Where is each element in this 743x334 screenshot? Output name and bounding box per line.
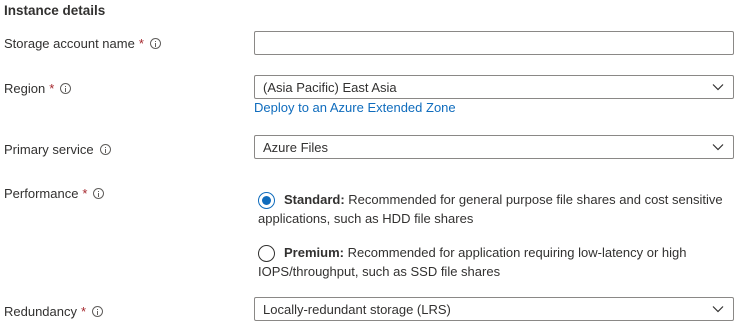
info-icon[interactable] (99, 144, 111, 155)
info-icon[interactable] (92, 306, 104, 317)
redundancy-label: Redundancy * (4, 304, 104, 319)
performance-premium-option: Premium: Recommended for application req… (258, 243, 733, 281)
primary-service-dropdown[interactable]: Azure Files (254, 135, 734, 159)
region-label: Region * (4, 81, 72, 96)
performance-standard-title: Standard: (284, 192, 345, 207)
primary-service-selected-value: Azure Files (263, 139, 329, 155)
info-icon[interactable] (93, 188, 105, 199)
performance-label: Performance * (4, 186, 105, 201)
region-dropdown[interactable]: (Asia Pacific) East Asia (254, 75, 734, 99)
storage-account-name-label: Storage account name * (4, 36, 161, 51)
performance-standard-option: Standard: Recommended for general purpos… (258, 190, 733, 228)
storage-account-name-field[interactable] (254, 31, 734, 55)
info-icon[interactable] (149, 38, 161, 49)
region-label-text: Region (4, 81, 46, 96)
performance-premium-description: Recommended for application requiring lo… (347, 245, 687, 260)
chevron-down-icon (712, 144, 724, 151)
chevron-down-icon (712, 84, 724, 91)
primary-service-label-text: Primary service (4, 142, 94, 157)
redundancy-dropdown[interactable]: Locally-redundant storage (LRS) (254, 297, 734, 321)
redundancy-label-text: Redundancy (4, 304, 77, 319)
region-selected-value: (Asia Pacific) East Asia (263, 79, 397, 95)
required-asterisk: * (82, 186, 88, 201)
storage-account-name-input[interactable] (255, 32, 733, 54)
performance-premium-title: Premium: (284, 245, 344, 260)
storage-account-name-label-text: Storage account name (4, 36, 135, 51)
performance-premium-description-line2: IOPS/throughput, such as SSD file shares (258, 264, 501, 279)
deploy-extended-zone-link[interactable]: Deploy to an Azure Extended Zone (254, 100, 456, 115)
section-title: Instance details (4, 3, 106, 18)
primary-service-label: Primary service (4, 142, 111, 157)
required-asterisk: * (81, 304, 87, 319)
chevron-down-icon (712, 306, 724, 313)
redundancy-selected-value: Locally-redundant storage (LRS) (263, 301, 451, 317)
performance-standard-description: Recommended for general purpose file sha… (348, 192, 723, 207)
info-icon[interactable] (60, 83, 72, 94)
performance-label-text: Performance (4, 186, 79, 201)
performance-standard-description-line2: applications, such as HDD file shares (258, 211, 474, 226)
required-asterisk: * (49, 81, 55, 96)
required-asterisk: * (138, 36, 144, 51)
